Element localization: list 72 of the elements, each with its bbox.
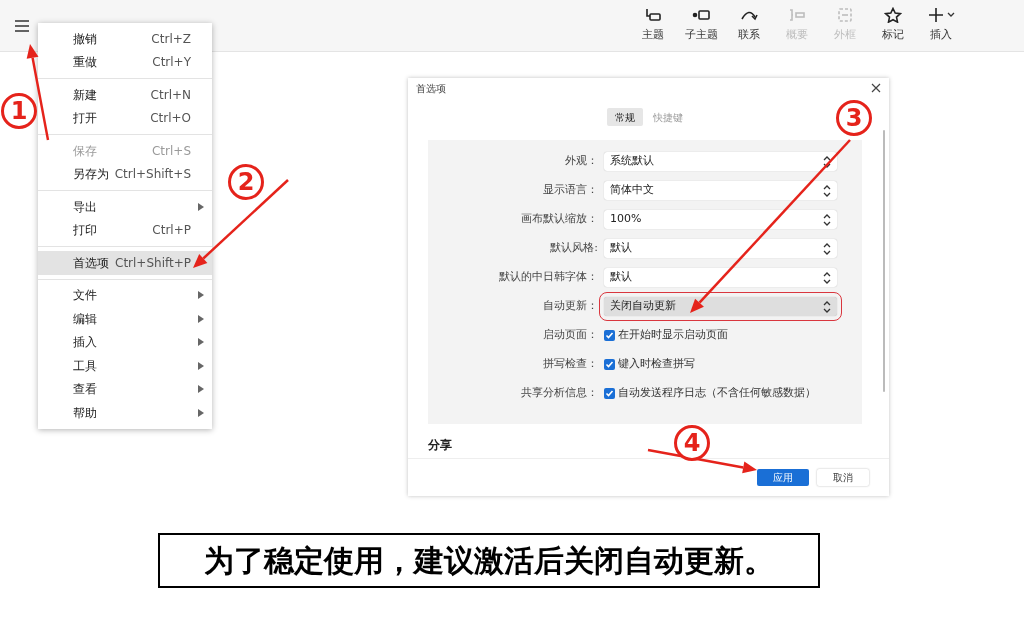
- submenu-arrow-icon: [198, 314, 204, 323]
- menu-icon[interactable]: [14, 18, 30, 33]
- menu-item[interactable]: 工具: [38, 354, 212, 378]
- menu-item[interactable]: 撤销 Ctrl+Z: [38, 27, 212, 51]
- submenu-arrow-icon: [198, 385, 204, 394]
- checkbox-label: 在开始时显示启动页面: [618, 327, 728, 344]
- dialog-tab[interactable]: 常规: [606, 108, 643, 126]
- cancel-button[interactable]: 取消: [817, 469, 869, 486]
- frame-icon: [836, 7, 854, 24]
- menu-item[interactable]: 另存为 Ctrl+Shift+S: [38, 162, 212, 186]
- menu-item[interactable]: 查看: [38, 377, 212, 401]
- menu-item[interactable]: 导出: [38, 195, 212, 219]
- setting-label: 画布默认缩放：: [521, 211, 598, 228]
- updown-icon: [823, 184, 831, 197]
- menu-item[interactable]: 首选项 Ctrl+Shift+P: [38, 251, 212, 275]
- select-field[interactable]: 简体中文: [604, 181, 837, 200]
- setting-label: 默认的中日韩字体：: [499, 269, 598, 286]
- toolbar-button[interactable]: 联系: [730, 7, 768, 44]
- setting-label: 外观：: [565, 153, 598, 170]
- menu-item[interactable]: 重做 Ctrl+Y: [38, 50, 212, 74]
- setting-label: 拼写检查：: [543, 356, 598, 373]
- setting-label: 显示语言：: [543, 182, 598, 199]
- checkbox-label: 自动发送程序日志（不含任何敏感数据）: [618, 385, 816, 402]
- caret-icon: [947, 12, 955, 19]
- section-heading: 分享: [428, 437, 452, 454]
- checkbox[interactable]: [604, 359, 615, 370]
- updown-icon: [823, 271, 831, 284]
- menu-item[interactable]: 新建 Ctrl+N: [38, 83, 212, 107]
- check-icon: [605, 331, 614, 340]
- toolbar-button[interactable]: 标记: [874, 7, 912, 44]
- menu-item[interactable]: 打印 Ctrl+P: [38, 218, 212, 242]
- check-icon: [605, 389, 614, 398]
- submenu-arrow-icon: [198, 338, 204, 347]
- menu-item[interactable]: 编辑: [38, 307, 212, 331]
- toolbar-button[interactable]: 子主题: [682, 7, 720, 44]
- topic-icon: [644, 7, 662, 24]
- checkbox-label: 键入时检查拼写: [618, 356, 695, 373]
- select-field[interactable]: 默认: [604, 268, 837, 287]
- submenu-arrow-icon: [198, 291, 204, 300]
- checkbox[interactable]: [604, 388, 615, 399]
- setting-label: 默认风格:: [550, 240, 598, 257]
- caption: 为了稳定使用，建议激活后关闭自动更新。: [158, 533, 820, 588]
- plus-icon: [927, 7, 945, 24]
- setting-label: 自动更新：: [543, 298, 598, 315]
- updown-icon: [823, 213, 831, 226]
- menu-item[interactable]: 打开 Ctrl+O: [38, 106, 212, 130]
- updown-icon: [823, 300, 831, 313]
- bracket-icon: [788, 7, 806, 24]
- toolbar-button[interactable]: 插入: [922, 7, 960, 44]
- submenu-arrow-icon: [198, 361, 204, 370]
- submenu-arrow-icon: [198, 202, 204, 211]
- setting-label: 共享分析信息：: [521, 385, 598, 402]
- updown-icon: [823, 242, 831, 255]
- toolbar-button[interactable]: 主题: [634, 7, 672, 44]
- submenu-arrow-icon: [198, 408, 204, 417]
- apply-button[interactable]: 应用: [757, 469, 809, 486]
- close-icon[interactable]: [871, 83, 881, 93]
- star-icon: [884, 7, 902, 24]
- select-field[interactable]: 默认: [604, 239, 837, 258]
- step-number: 1: [1, 93, 37, 129]
- select-field[interactable]: 100%: [604, 210, 837, 229]
- check-icon: [605, 360, 614, 369]
- dialog-title: 首选项: [416, 81, 446, 96]
- menu-item[interactable]: 帮助: [38, 401, 212, 425]
- menu-item[interactable]: 文件: [38, 283, 212, 307]
- menu-item[interactable]: 插入: [38, 330, 212, 354]
- updown-icon: [823, 155, 831, 168]
- select-field[interactable]: 系统默认: [604, 152, 837, 171]
- checkbox[interactable]: [604, 330, 615, 341]
- select-field[interactable]: 关闭自动更新: [604, 297, 837, 316]
- setting-label: 启动页面：: [543, 327, 598, 344]
- step-number: 2: [228, 164, 264, 200]
